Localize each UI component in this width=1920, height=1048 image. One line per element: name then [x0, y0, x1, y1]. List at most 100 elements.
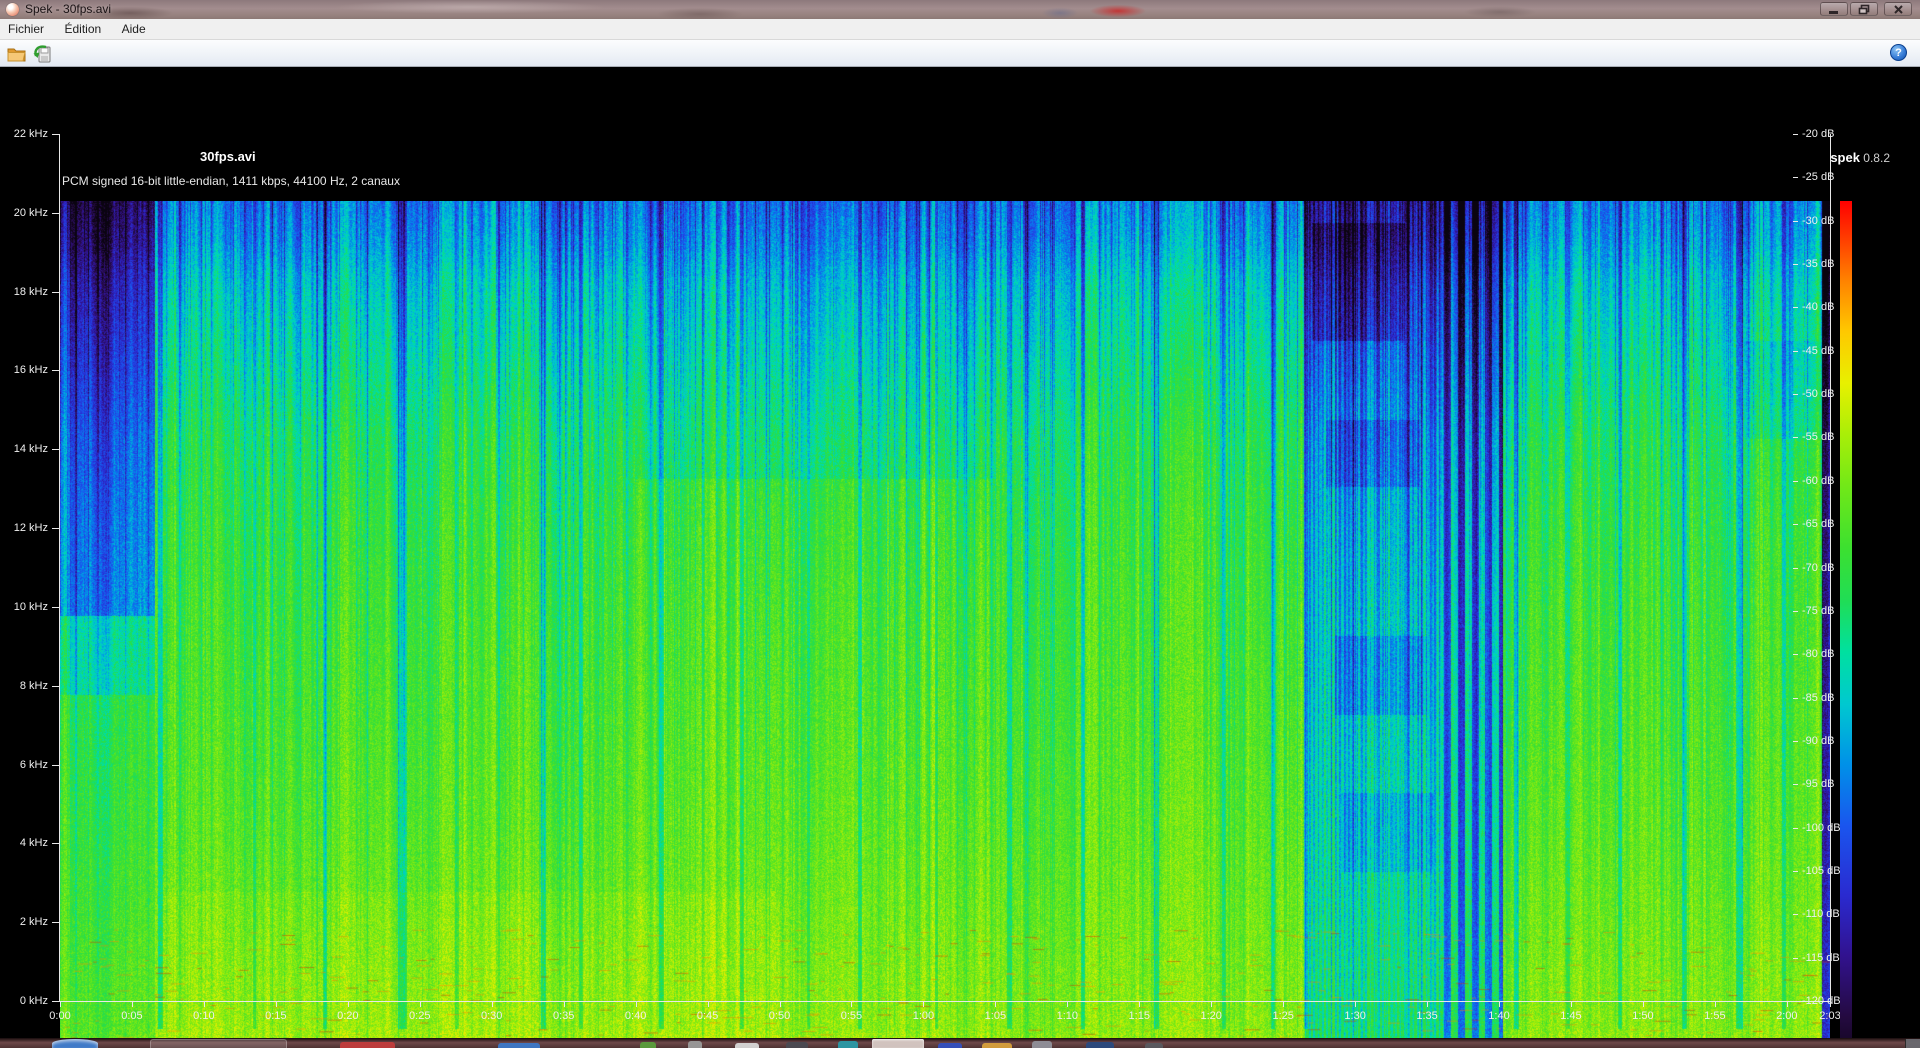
- time-tick: [1499, 1002, 1501, 1007]
- time-tick: [1642, 1002, 1644, 1007]
- restore-icon: [1858, 4, 1870, 14]
- time-tick: [995, 1002, 997, 1007]
- time-tick: [1139, 1002, 1141, 1007]
- time-tick-label: 0:35: [552, 1010, 575, 1022]
- time-tick-label: 0:20: [337, 1010, 359, 1022]
- db-tick: [1793, 220, 1798, 222]
- freq-tick-label: 14 kHz: [13, 443, 48, 456]
- freq-tick-label: 12 kHz: [13, 522, 48, 535]
- db-tick-label: -35 dB: [1802, 258, 1835, 271]
- time-tick-label: 1:05: [984, 1010, 1007, 1022]
- db-tick-label: -45 dB: [1802, 344, 1835, 357]
- icon-frame2[interactable]: [1145, 1043, 1163, 1048]
- time-tick: [275, 1002, 277, 1007]
- icon-green[interactable]: [640, 1042, 656, 1048]
- time-tick: [1786, 1002, 1788, 1007]
- db-tick: [1793, 1001, 1798, 1002]
- db-tick-label: -105 dB: [1802, 864, 1841, 877]
- db-tick: [1793, 480, 1798, 482]
- time-tick-label: 0:05: [121, 1010, 143, 1022]
- db-tick-label: -65 dB: [1802, 518, 1835, 531]
- freq-tick-label: 4 kHz: [19, 837, 48, 850]
- icon-gray-dot[interactable]: [688, 1041, 702, 1048]
- db-tick: [1793, 437, 1798, 439]
- icon-photo[interactable]: [1086, 1042, 1114, 1048]
- db-tick-label: -30 dB: [1802, 214, 1835, 227]
- file-info: PCM signed 16-bit little-endian, 1411 kb…: [62, 174, 400, 188]
- restore-button[interactable]: [1850, 2, 1878, 16]
- title-bar[interactable]: Spek - 30fps.avi: [0, 0, 1920, 19]
- time-tick-label: 0:40: [624, 1010, 647, 1022]
- taskbar-button-frame[interactable]: [150, 1039, 287, 1048]
- help-button[interactable]: ?: [1890, 44, 1907, 61]
- close-icon: [1893, 4, 1903, 14]
- time-tick-label: 1:55: [1704, 1010, 1726, 1022]
- freq-tick: [52, 291, 59, 293]
- y-axis-line: [59, 134, 60, 1002]
- icon-dark[interactable]: [786, 1042, 808, 1048]
- freq-tick-label: 0 kHz: [19, 995, 48, 1007]
- freq-tick-label: 20 kHz: [13, 206, 48, 219]
- time-tick-label: 1:25: [1272, 1010, 1294, 1022]
- freq-tick-label: 22 kHz: [13, 128, 48, 140]
- freq-tick: [52, 370, 59, 372]
- db-tick-label: -60 dB: [1802, 474, 1835, 487]
- time-tick-label: 2:03: [1819, 1010, 1841, 1022]
- db-tick: [1793, 134, 1798, 135]
- db-tick: [1793, 350, 1798, 352]
- file-title: 30fps.avi: [200, 149, 256, 164]
- time-tick: [203, 1002, 205, 1007]
- time-tick: [60, 1002, 61, 1007]
- time-tick: [347, 1002, 349, 1007]
- db-tick: [1793, 697, 1798, 699]
- time-tick-label: 0:30: [480, 1010, 503, 1022]
- minimize-button[interactable]: [1820, 2, 1848, 16]
- db-tick-label: -40 dB: [1802, 301, 1835, 314]
- show-desktop-button[interactable]: [1905, 1039, 1920, 1048]
- open-file-button[interactable]: [4, 43, 28, 64]
- db-tick-label: -25 dB: [1802, 171, 1835, 184]
- db-tick: [1793, 740, 1798, 742]
- freq-tick: [52, 843, 59, 845]
- freq-tick-label: 16 kHz: [13, 364, 48, 377]
- icon-white[interactable]: [735, 1043, 759, 1048]
- time-tick-label: 0:00: [49, 1010, 71, 1022]
- db-tick: [1793, 914, 1798, 916]
- time-tick: [1355, 1002, 1357, 1007]
- db-tick-label: -90 dB: [1802, 734, 1835, 747]
- open-folder-icon: [7, 48, 26, 62]
- menu-aide[interactable]: Aide: [114, 19, 154, 36]
- freq-tick: [52, 922, 59, 924]
- menu-fichier[interactable]: Fichier: [0, 19, 52, 36]
- menu-edition[interactable]: Édition: [56, 19, 109, 36]
- freq-tick: [52, 685, 59, 687]
- toolbar: ?: [0, 40, 1920, 67]
- freq-tick: [52, 764, 59, 766]
- icon-blue-round[interactable]: [938, 1043, 962, 1048]
- active-task-button[interactable]: [872, 1039, 924, 1048]
- freq-tick: [52, 606, 59, 608]
- icon-blue[interactable]: [498, 1043, 540, 1048]
- time-tick-label: 0:25: [409, 1010, 431, 1022]
- freq-tick: [52, 528, 59, 530]
- windows-taskbar[interactable]: [0, 1038, 1920, 1048]
- time-tick: [131, 1002, 133, 1007]
- db-tick-label: -100 dB: [1802, 821, 1841, 834]
- icon-orange[interactable]: [982, 1043, 1012, 1048]
- time-tick-label: 0:50: [768, 1010, 791, 1022]
- db-tick: [1793, 177, 1798, 179]
- time-tick-label: 0:45: [696, 1010, 719, 1022]
- freq-tick-label: 10 kHz: [13, 600, 48, 613]
- time-tick-label: 1:50: [1632, 1010, 1654, 1022]
- db-tick: [1793, 654, 1798, 656]
- db-tick: [1793, 784, 1798, 786]
- icon-teal[interactable]: [838, 1041, 858, 1048]
- start-orb[interactable]: [52, 1039, 98, 1048]
- save-spectrogram-button[interactable]: [30, 43, 54, 64]
- spectrogram-panel: 30fps.avi PCM signed 16-bit little-endia…: [0, 67, 1920, 1048]
- icon-gray[interactable]: [1032, 1041, 1052, 1048]
- db-tick: [1793, 827, 1798, 829]
- close-button[interactable]: [1884, 2, 1912, 16]
- icon-red[interactable]: [340, 1042, 395, 1048]
- time-tick: [1067, 1002, 1069, 1007]
